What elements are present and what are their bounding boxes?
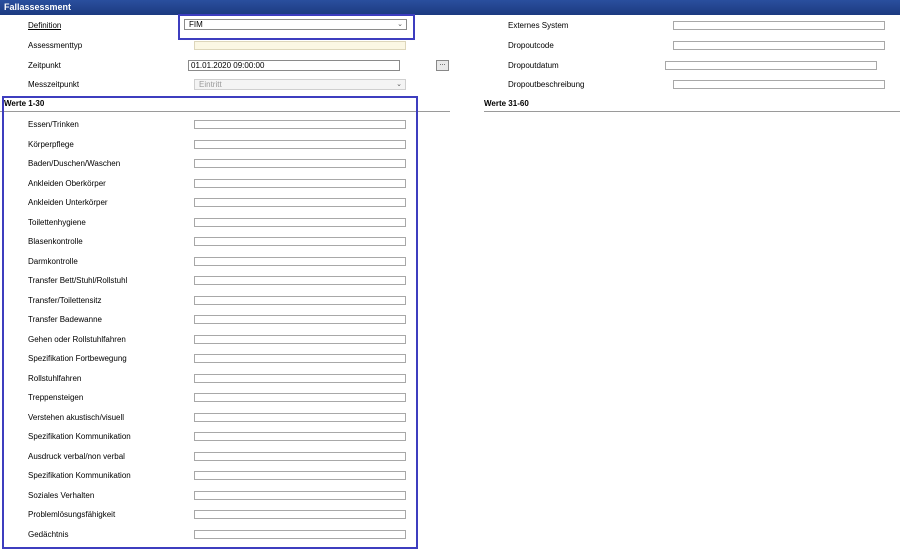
messzeitpunkt-value: Eintritt [199,80,222,89]
dropoutbeschreibung-label: Dropoutbeschreibung [508,80,585,89]
section-werte-31-60: Werte 31-60 [484,99,529,108]
werte-input[interactable] [194,315,406,324]
zeitpunkt-label: Zeitpunkt [28,61,61,70]
werte-label: Blasenkontrolle [28,237,83,246]
zeitpunkt-picker-button[interactable]: ... [436,60,449,71]
werte-input[interactable] [194,296,406,305]
dropoutcode-label: Dropoutcode [508,41,554,50]
werte-label: Spezifikation Kommunikation [28,432,131,441]
assessmenttyp-label: Assessmenttyp [28,41,83,50]
werte-input[interactable] [194,374,406,383]
chevron-down-icon: ⌄ [396,81,402,88]
dropoutdatum-label: Dropoutdatum [508,61,559,70]
werte-input[interactable] [194,432,406,441]
werte-label: Ausdruck verbal/non verbal [28,452,125,461]
werte-label: Darmkontrolle [28,257,78,266]
werte-label: Transfer Badewanne [28,315,102,324]
werte-input[interactable] [194,530,406,539]
werte-input[interactable] [194,237,406,246]
dropoutbeschreibung-field[interactable] [673,80,885,89]
assessmenttyp-field [194,41,406,50]
werte-input[interactable] [194,393,406,402]
section-divider [0,111,450,112]
werte-input[interactable] [194,510,406,519]
werte-label: Transfer/Toilettensitz [28,296,102,305]
werte-label: Ankleiden Oberkörper [28,179,106,188]
messzeitpunkt-label: Messzeitpunkt [28,80,80,89]
werte-label: Baden/Duschen/Waschen [28,159,121,168]
werte-input[interactable] [194,335,406,344]
dropoutdatum-field[interactable] [665,61,877,70]
messzeitpunkt-select: Eintritt ⌄ [194,79,406,90]
definition-label[interactable]: Definition [28,20,61,31]
dropoutcode-field[interactable] [673,41,885,50]
werte-input[interactable] [194,471,406,480]
werte-input[interactable] [194,179,406,188]
window-title: Fallassessment [0,0,900,15]
werte-label: Treppensteigen [28,393,84,402]
werte-input[interactable] [194,198,406,207]
werte-input[interactable] [194,413,406,422]
definition-value: FIM [189,20,203,29]
werte-label: Körperpflege [28,140,74,149]
werte-label: Gedächtnis [28,530,69,539]
werte-input[interactable] [194,452,406,461]
werte-label: Toilettenhygiene [28,218,86,227]
werte-label: Verstehen akustisch/visuell [28,413,125,422]
werte-input[interactable] [194,140,406,149]
werte-input[interactable] [194,257,406,266]
werte-input[interactable] [194,120,406,129]
werte-label: Rollstuhlfahren [28,374,82,383]
werte-label: Transfer Bett/Stuhl/Rollstuhl [28,276,128,285]
werte-label: Ankleiden Unterkörper [28,198,108,207]
werte-input[interactable] [194,218,406,227]
section-werte-1-30: Werte 1-30 [4,99,45,108]
werte-label: Spezifikation Fortbewegung [28,354,127,363]
werte-input[interactable] [194,491,406,500]
werte-input[interactable] [194,354,406,363]
definition-select[interactable]: FIM ⌄ [184,19,407,30]
werte-input[interactable] [194,276,406,285]
chevron-down-icon: ⌄ [397,21,403,28]
externes-system-label: Externes System [508,21,569,30]
werte-input[interactable] [194,159,406,168]
section-divider [484,111,900,112]
werte-label: Gehen oder Rollstuhlfahren [28,335,126,344]
werte-label: Essen/Trinken [28,120,79,129]
werte-label: Spezifikation Kommunikation [28,471,131,480]
zeitpunkt-field[interactable]: 01.01.2020 09:00:00 [188,60,400,71]
werte-label: Soziales Verhalten [28,491,95,500]
werte-label: Problemlösungsfähigkeit [28,510,116,519]
externes-system-field[interactable] [673,21,885,30]
